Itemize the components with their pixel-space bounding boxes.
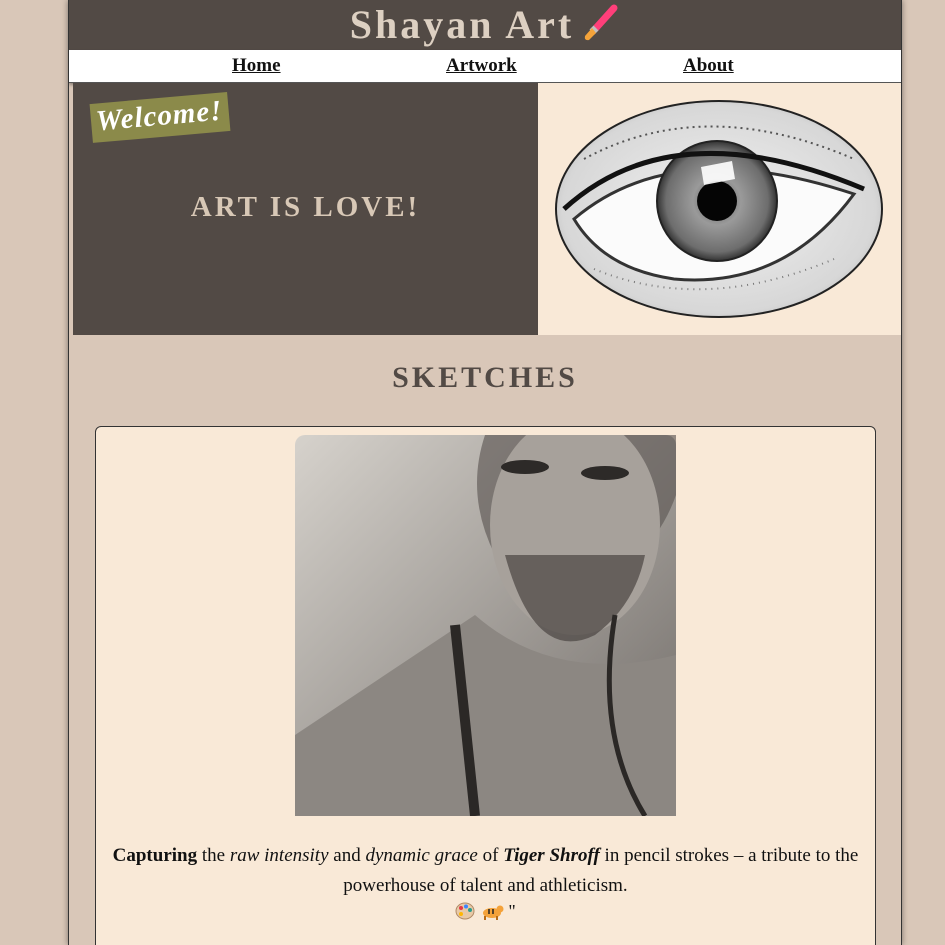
caption-text-2: and (328, 845, 366, 866)
hero-tagline: ART IS LOVE! (190, 191, 421, 223)
caption-trailing-quote: " (503, 901, 516, 921)
paintbrush-icon (585, 4, 618, 41)
sketches-heading: SKETCHES (392, 361, 578, 394)
page-container: Shayan Art Home Artwork About Welcome! A… (68, 0, 902, 945)
caption-raw-intensity: raw intensity (229, 845, 329, 866)
hero-image-panel (538, 83, 901, 335)
eye-sketch-image (555, 100, 883, 318)
nav-link-artwork[interactable]: Artwork (446, 55, 517, 77)
caption-text-3: of (477, 845, 504, 866)
caption-dynamic-grace: dynamic grace (365, 845, 478, 866)
site-title-text: Shayan Art (349, 2, 575, 47)
sketch-card: Capturing the raw intensity and dynamic … (95, 426, 876, 945)
caption-tiger-shroff: Tiger Shroff (503, 845, 600, 866)
main-nav: Home Artwork About (69, 50, 901, 83)
site-header: Shayan Art (69, 0, 901, 50)
site-title: Shayan Art (350, 0, 621, 50)
caption-text-1: the (197, 845, 230, 866)
hero-banner: Welcome! ART IS LOVE! (73, 83, 901, 335)
sketch-caption: Capturing the raw intensity and dynamic … (96, 841, 875, 901)
welcome-badge: Welcome! (89, 92, 231, 143)
nav-link-about[interactable]: About (683, 55, 734, 77)
nav-link-home[interactable]: Home (232, 55, 281, 77)
tiger-shroff-sketch-image[interactable] (295, 435, 676, 816)
caption-emoji-line: " (96, 901, 875, 922)
tiger-icon (482, 905, 504, 920)
palette-icon (455, 902, 475, 920)
hero-text-panel: Welcome! ART IS LOVE! (73, 83, 538, 335)
caption-capturing: Capturing (112, 845, 198, 866)
